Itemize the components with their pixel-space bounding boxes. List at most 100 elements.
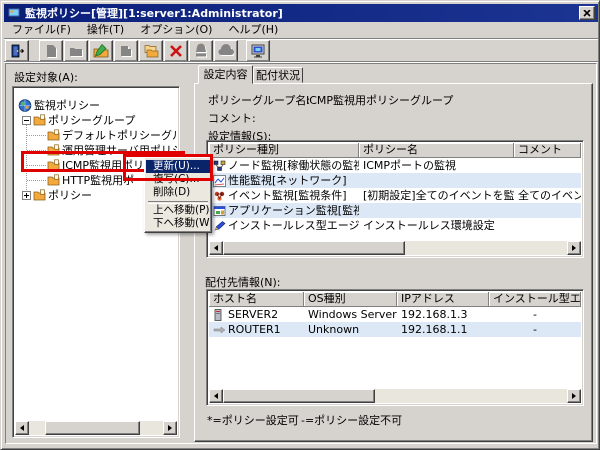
- target-label: 設定対象(A):: [14, 69, 78, 85]
- triangle-left-icon: [211, 245, 218, 251]
- open-button: [64, 40, 88, 62]
- menu-file[interactable]: ファイル(F): [4, 22, 79, 38]
- host-table-viewport: ホスト名 OS種別 IPアドレス インストール型エージェ SERVER2 Win…: [209, 292, 581, 403]
- edit-button[interactable]: [89, 40, 113, 62]
- legend-not-settable: -=ポリシー設定不可: [301, 412, 402, 428]
- menu-item-delete[interactable]: 削除(D): [146, 186, 210, 199]
- policy-group-name-value: ICMP監視用ポリシーグループ: [306, 92, 453, 108]
- cell-ip-address: 192.168.1.1: [401, 322, 467, 337]
- menu-help[interactable]: ヘルプ(H): [220, 22, 286, 38]
- tree-h-scrollbar[interactable]: [15, 421, 177, 435]
- tree-item-policy-group[interactable]: ポリシーグループ: [15, 113, 177, 128]
- scroll-thumb[interactable]: [223, 389, 375, 403]
- copy-button[interactable]: [139, 40, 163, 62]
- triangle-right-icon: [168, 425, 175, 431]
- scroll-right-button[interactable]: [163, 421, 177, 435]
- comment-label: コメント:: [208, 110, 256, 126]
- open-icon-disabled: [68, 43, 84, 59]
- titlebar: 監視ポリシー[管理][1:server1:Administrator]: [4, 4, 598, 22]
- scroll-thumb[interactable]: [45, 421, 140, 435]
- monitor-view-icon: [250, 43, 266, 59]
- scroll-right-button[interactable]: [567, 389, 581, 403]
- installless-agent-icon: [213, 220, 228, 232]
- host-table: ホスト名 OS種別 IPアドレス インストール型エージェ SERVER2 Win…: [206, 289, 584, 406]
- cell-comment: 全てのイベント: [518, 188, 581, 203]
- collect-button: [214, 40, 238, 62]
- close-icon: [583, 10, 591, 17]
- app-icon: [7, 6, 21, 20]
- header-host-name[interactable]: ホスト名: [209, 292, 304, 307]
- menu-item-move-up[interactable]: 上へ移動(P): [146, 204, 210, 217]
- table-row[interactable]: 性能監視[ネットワーク]: [209, 173, 581, 188]
- paste-icon-disabled: [118, 43, 134, 59]
- new-icon-disabled: [43, 43, 59, 59]
- menubar: ファイル(F) 操作(T) オプション(O) ヘルプ(H): [4, 22, 598, 38]
- delete-button[interactable]: [164, 40, 188, 62]
- table-row[interactable]: ノード監視[稼働状態の監視] ICMPポートの監視: [209, 158, 581, 173]
- monitor-button[interactable]: [246, 40, 270, 62]
- cell-agent-type: -: [533, 322, 537, 337]
- table-row[interactable]: イベント監視[監視条件] [初期設定]全てのイベントを監... 全てのイベント: [209, 188, 581, 203]
- triangle-right-icon: [572, 245, 579, 251]
- collect-icon-disabled: [218, 43, 234, 59]
- scroll-left-button[interactable]: [15, 421, 29, 435]
- header-agent-type[interactable]: インストール型エージェ: [489, 292, 581, 307]
- table-row[interactable]: SERVER2 Windows Server 2003 192.168.1.3 …: [209, 307, 581, 322]
- scroll-left-button[interactable]: [209, 389, 223, 403]
- server-icon: [213, 309, 228, 321]
- cell-os-type: Unknown: [308, 322, 359, 337]
- collapse-icon[interactable]: [22, 116, 31, 125]
- node-monitor-icon: [213, 160, 228, 172]
- router-icon: [213, 326, 228, 334]
- cell-policy-type: インストールレス型エージェ...: [228, 218, 359, 233]
- menu-options[interactable]: オプション(O): [132, 22, 220, 38]
- scroll-thumb[interactable]: [223, 241, 405, 255]
- annotation-box-update-item: [123, 154, 213, 181]
- tree-item-label: 監視ポリシー: [34, 98, 100, 113]
- header-policy-type[interactable]: ポリシー種別: [209, 143, 359, 158]
- cell-os-type: Windows Server 2003: [308, 307, 397, 322]
- cell-policy-type: 性能監視[ネットワーク]: [228, 173, 347, 188]
- cell-host-name: ROUTER1: [228, 322, 281, 337]
- cell-ip-address: 192.168.1.3: [401, 307, 467, 322]
- tree-item-label: デフォルトポリシーグルー: [62, 128, 177, 143]
- menu-item-move-down[interactable]: 下へ移動(W): [146, 217, 210, 230]
- cell-policy-type: イベント監視[監視条件]: [228, 188, 347, 203]
- tree-item-label: ポリシー: [48, 188, 92, 203]
- table-row[interactable]: ROUTER1 Unknown 192.168.1.1 -: [209, 322, 581, 337]
- policy-table-viewport: ポリシー種別 ポリシー名 コメント ノード監視[稼働状態の監視] ICMPポート…: [209, 143, 581, 255]
- policy-tree: 監視ポリシー ポリシーグループ デフォルトポリシーグルー 運用管理サーバ用ポリシ…: [12, 86, 180, 438]
- window-frame: 監視ポリシー[管理][1:server1:Administrator] ファイル…: [0, 0, 600, 450]
- header-policy-name[interactable]: ポリシー名: [359, 143, 514, 158]
- host-table-h-scrollbar[interactable]: [209, 389, 581, 403]
- policy-group-name-label: ポリシーグループ名:: [208, 92, 310, 108]
- triangle-left-icon: [17, 425, 24, 431]
- policy-table-header: ポリシー種別 ポリシー名 コメント: [209, 143, 581, 158]
- application-monitor-icon: [213, 205, 228, 217]
- exit-button[interactable]: [5, 40, 29, 62]
- table-row[interactable]: アプリケーション監視[監視...: [209, 203, 581, 218]
- scroll-right-button[interactable]: [567, 241, 581, 255]
- legend-settable: *=ポリシー設定可: [207, 412, 299, 428]
- cell-policy-type: ノード監視[稼働状態の監視]: [228, 158, 359, 173]
- performance-monitor-icon: [213, 175, 228, 187]
- close-button[interactable]: [579, 6, 595, 20]
- folder-icon: [33, 189, 46, 205]
- new-button: [39, 40, 63, 62]
- expand-icon[interactable]: [22, 191, 31, 200]
- header-ip-address[interactable]: IPアドレス: [397, 292, 489, 307]
- distribute-button: [189, 40, 213, 62]
- scroll-left-button[interactable]: [209, 241, 223, 255]
- tree-item-label: ポリシーグループ: [48, 113, 135, 128]
- table-row[interactable]: インストールレス型エージェ... インストールレス環境設定: [209, 218, 581, 233]
- tree-item-monitor-policy-root[interactable]: 監視ポリシー: [15, 98, 177, 113]
- tree-item-default-group[interactable]: デフォルトポリシーグルー: [15, 128, 177, 143]
- menu-separator: [148, 199, 208, 204]
- policy-table-h-scrollbar[interactable]: [209, 241, 581, 255]
- tab-distribution[interactable]: 配付状況: [253, 67, 303, 83]
- tab-settings[interactable]: 設定内容: [198, 65, 253, 84]
- menu-operation[interactable]: 操作(T): [79, 22, 132, 38]
- header-os-type[interactable]: OS種別: [304, 292, 397, 307]
- header-comment[interactable]: コメント: [514, 143, 581, 158]
- delete-icon: [168, 43, 184, 59]
